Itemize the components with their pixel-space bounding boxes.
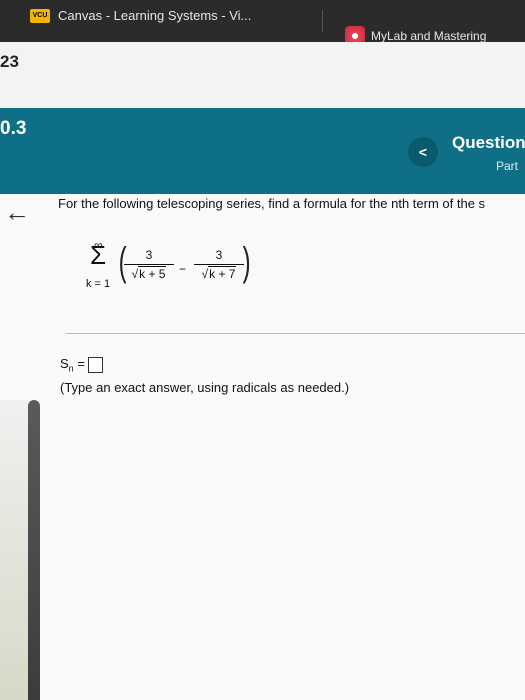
right-paren: ) (242, 240, 251, 284)
chapter-number: 23 (0, 52, 19, 71)
question-part: Part (496, 159, 519, 173)
answer-input[interactable] (87, 356, 103, 373)
answer-label-n: n (68, 363, 74, 374)
fraction-term-1: 3 √k + 5 (124, 248, 174, 281)
fraction-term-2: 3 √k + 7 (194, 248, 244, 281)
vcu-icon: VCU (30, 8, 50, 23)
sum-lower-limit: k = 1 (86, 278, 111, 290)
series-expression: ∞ Σ k = 1 ( 3 √k + 5 − 3 √k + 7 ) (84, 238, 284, 298)
term2-numerator: 3 (215, 248, 223, 262)
term2-radicand: k + 7 (208, 266, 237, 281)
term1-numerator: 3 (145, 248, 153, 262)
fraction-bar (124, 264, 174, 265)
answer-hint: (Type an exact answer, using radicals as… (60, 380, 350, 395)
left-edge (0, 400, 28, 700)
minus-sign: − (179, 262, 187, 276)
term1-denominator: √k + 5 (131, 266, 167, 281)
section-divider (66, 333, 525, 334)
browser-tab-bar: VCU Canvas - Learning Systems - Vi... My… (0, 0, 525, 46)
question-prompt: For the following telescoping series, fi… (58, 196, 486, 211)
answer-equals: = (77, 356, 85, 371)
tab-canvas-label: Canvas - Learning Systems - Vi... (58, 8, 252, 23)
answer-label-s: S (60, 356, 69, 371)
term1-radicand: k + 5 (138, 266, 167, 281)
term2-denominator: √k + 7 (201, 266, 237, 281)
question-header (0, 108, 525, 194)
previous-question-button[interactable]: < (408, 137, 438, 167)
question-title: Question (452, 133, 525, 152)
fraction-bar (194, 264, 244, 265)
sigma-symbol: Σ (90, 240, 107, 270)
back-arrow-icon[interactable]: ← (4, 199, 30, 225)
tab-divider (322, 10, 323, 32)
answer-label: Sn = (60, 356, 85, 374)
scrollbar[interactable] (28, 400, 40, 700)
tab-mylab-label: MyLab and Mastering (371, 29, 487, 43)
tab-canvas[interactable]: VCU Canvas - Learning Systems - Vi... (30, 8, 251, 23)
answer-row: Sn = (60, 356, 103, 374)
section-number: 0.3 (0, 118, 27, 139)
